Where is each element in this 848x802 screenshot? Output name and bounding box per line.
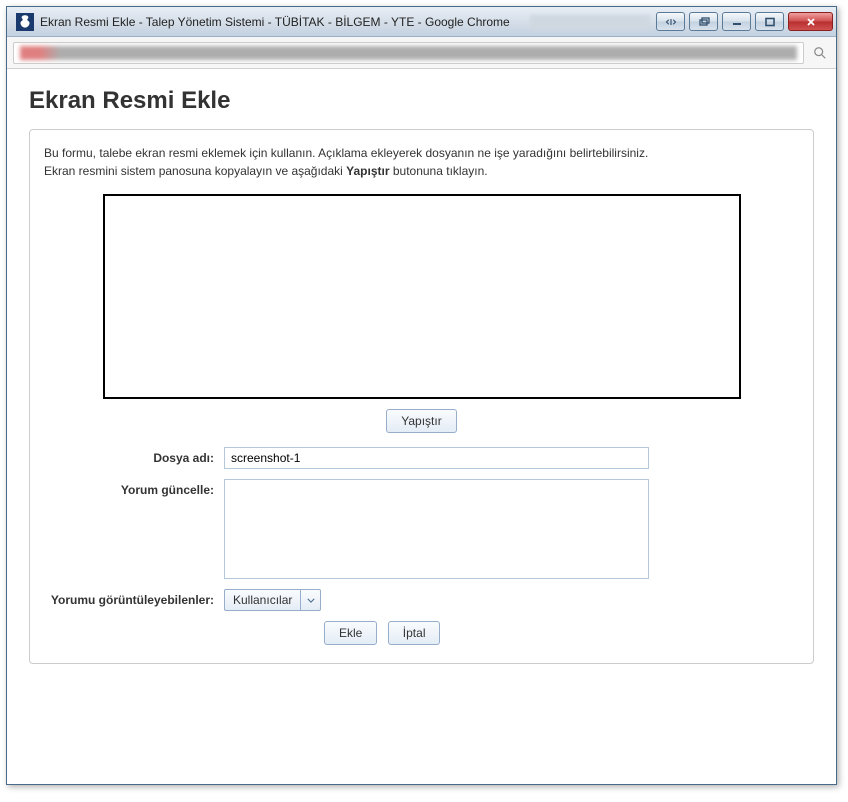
viewers-label: Yorumu görüntüleyebilenler: (44, 589, 224, 607)
paste-button[interactable]: Yapıştır (386, 409, 456, 433)
page-content: Ekran Resmi Ekle Bu formu, talebe ekran … (7, 69, 836, 784)
window-title: Ekran Resmi Ekle - Talep Yönetim Sistemi… (40, 15, 530, 29)
main-panel: Bu formu, talebe ekran resmi eklemek içi… (29, 129, 814, 664)
screenshot-paste-area[interactable] (103, 194, 741, 399)
viewers-select-value: Kullanıcılar (225, 590, 300, 610)
window-titlebar: Ekran Resmi Ekle - Talep Yönetim Sistemi… (7, 7, 836, 37)
filename-field[interactable] (224, 447, 649, 469)
window-button-minimize[interactable] (722, 12, 751, 31)
browser-window: Ekran Resmi Ekle - Talep Yönetim Sistemi… (6, 6, 837, 785)
titlebar-blurred-area (530, 15, 650, 29)
cancel-button[interactable]: İptal (388, 621, 441, 645)
chevron-down-icon (300, 590, 320, 610)
window-button-restore[interactable] (689, 12, 718, 31)
desc-line2-bold: Yapıştır (346, 164, 389, 178)
action-row: Ekle İptal (44, 621, 799, 645)
description-text: Bu formu, talebe ekran resmi eklemek içi… (44, 144, 799, 180)
window-controls (656, 12, 833, 31)
desc-line1: Bu formu, talebe ekran resmi eklemek içi… (44, 146, 648, 160)
addressbar-row (7, 37, 836, 69)
window-button-close[interactable] (788, 12, 833, 31)
comment-field[interactable] (224, 479, 649, 579)
addressbar[interactable] (13, 42, 804, 64)
search-icon[interactable] (810, 43, 830, 63)
filename-label: Dosya adı: (44, 447, 224, 465)
desc-line2-after: butonuna tıklayın. (390, 164, 488, 178)
app-icon (16, 13, 34, 31)
desc-line2-before: Ekran resmini sistem panosuna kopyalayın… (44, 164, 346, 178)
addressbar-blurred-url (20, 46, 797, 60)
page-title: Ekran Resmi Ekle (29, 87, 814, 115)
window-button-maximize[interactable] (755, 12, 784, 31)
viewers-select[interactable]: Kullanıcılar (224, 589, 321, 611)
window-button-nav[interactable] (656, 12, 685, 31)
comment-label: Yorum güncelle: (44, 479, 224, 497)
add-button[interactable]: Ekle (324, 621, 377, 645)
